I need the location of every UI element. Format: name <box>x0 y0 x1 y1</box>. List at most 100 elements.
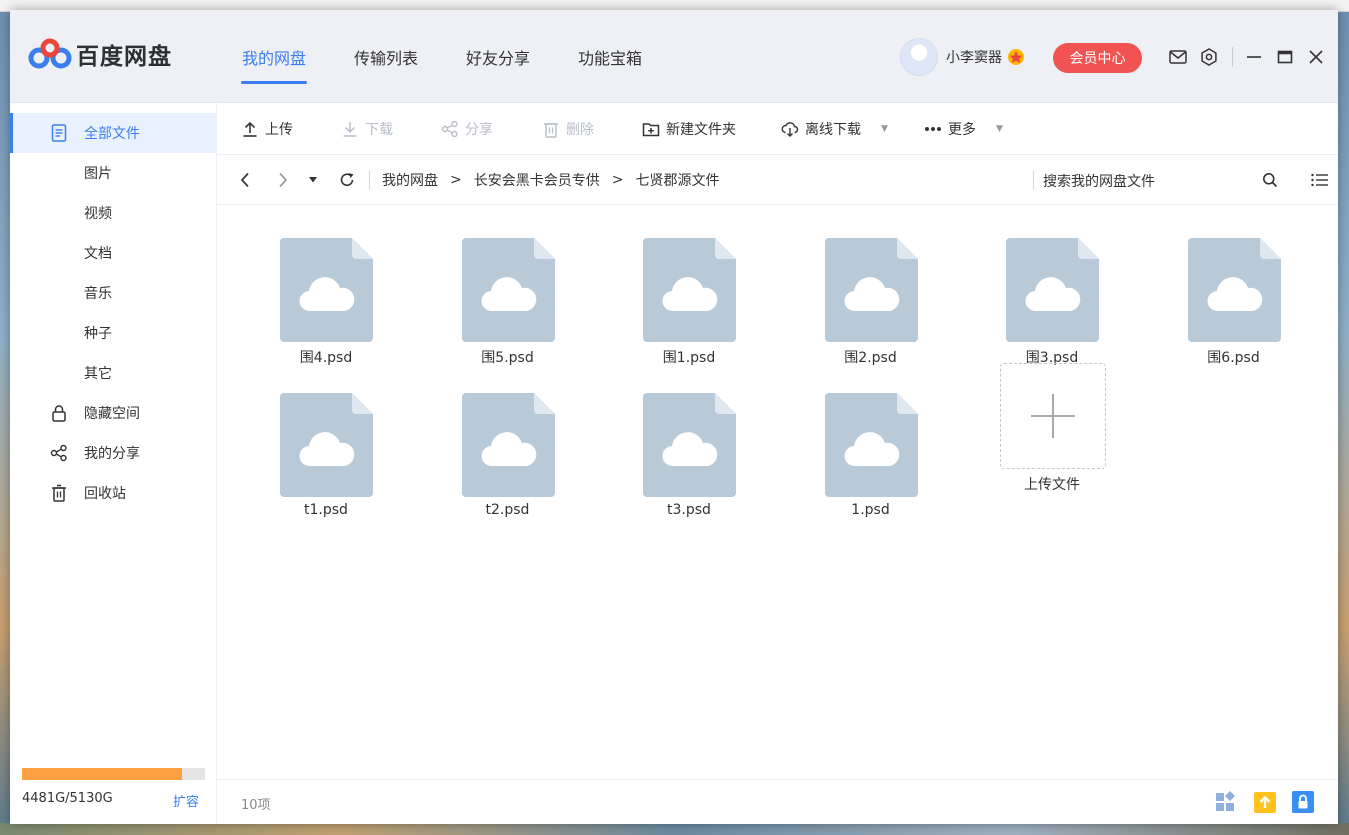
list-view-icon[interactable] <box>1310 170 1330 190</box>
minimize-icon[interactable] <box>1244 47 1264 67</box>
sidebar-item-label: 隐藏空间 <box>84 406 140 422</box>
sidebar-item-recycle-bin[interactable]: 回收站 <box>10 473 216 513</box>
sidebar-item-videos[interactable]: 视频 <box>10 193 216 233</box>
plus-icon <box>1031 394 1075 438</box>
file-item[interactable]: 1.psd <box>796 393 946 538</box>
sidebar-item-others[interactable]: 其它 <box>10 353 216 393</box>
header-divider <box>1232 47 1233 67</box>
sidebar-item-label: 其它 <box>84 366 112 382</box>
tab-label: 功能宝箱 <box>578 48 643 68</box>
chevron-down-icon[interactable]: ▼ <box>881 124 888 134</box>
address-divider <box>369 171 370 190</box>
file-name: t3.psd <box>667 502 711 518</box>
back-icon[interactable] <box>235 170 255 190</box>
upload-tile-box[interactable] <box>1000 363 1106 469</box>
expand-storage-link[interactable]: 扩容 <box>173 791 199 810</box>
download-label: 下载 <box>365 122 393 138</box>
breadcrumb-item-current[interactable]: 七贤郡源文件 <box>635 170 719 190</box>
more-button[interactable]: 更多 ▼ <box>924 103 1003 155</box>
upload-icon <box>241 120 259 138</box>
tab-friend-share[interactable]: 好友分享 <box>449 10 547 103</box>
user-profile[interactable]: 小李窦器 <box>900 38 1026 76</box>
file-item[interactable]: 围5.psd <box>433 238 583 383</box>
sidebar-item-hidden-space[interactable]: 隐藏空间 <box>10 393 216 433</box>
search-divider <box>1033 171 1034 190</box>
sidebar-item-documents[interactable]: 文档 <box>10 233 216 273</box>
sidebar-item-my-shares[interactable]: 我的分享 <box>10 433 216 473</box>
search-icon[interactable] <box>1260 170 1280 190</box>
mail-icon[interactable] <box>1168 47 1188 67</box>
file-name: 围5.psd <box>481 350 534 366</box>
chevron-down-icon[interactable]: ▼ <box>996 124 1003 134</box>
tab-toolbox[interactable]: 功能宝箱 <box>561 10 659 103</box>
storage-progress-fill <box>22 768 182 780</box>
more-label: 更多 <box>948 122 976 138</box>
upload-label: 上传 <box>265 122 293 138</box>
sidebar-item-label: 回收站 <box>84 486 126 502</box>
sidebar-item-label: 视频 <box>84 206 112 222</box>
upload-tile-label: 上传文件 <box>1024 477 1080 493</box>
safe-lock-icon[interactable] <box>1290 789 1316 815</box>
file-item[interactable]: t2.psd <box>433 393 583 538</box>
breadcrumb-separator: > <box>450 172 462 188</box>
cloud-file-icon <box>643 393 736 497</box>
new-folder-button[interactable]: 新建文件夹 <box>642 103 736 155</box>
sidebar-item-images[interactable]: 图片 <box>10 153 216 193</box>
sidebar-item-label: 图片 <box>84 166 112 182</box>
breadcrumb-item[interactable]: 我的网盘 <box>382 170 438 190</box>
avatar[interactable] <box>900 38 938 76</box>
download-button[interactable]: 下载 <box>341 103 393 155</box>
history-dropdown-icon[interactable] <box>303 170 323 190</box>
file-item[interactable]: t1.psd <box>251 393 401 538</box>
tab-label: 好友分享 <box>466 48 531 68</box>
offline-download-button[interactable]: 离线下载 ▼ <box>781 103 888 155</box>
sidebar-item-label: 音乐 <box>84 286 112 302</box>
sidebar-item-all-files[interactable]: 全部文件 <box>10 113 216 153</box>
file-name: t2.psd <box>485 502 530 518</box>
username: 小李窦器 <box>946 50 1002 66</box>
share-label: 分享 <box>465 122 493 138</box>
toolbar: 上传 下载 分享 删除 新建文件夹 离线下载 ▼ 更多 ▼ <box>217 103 1338 155</box>
document-icon <box>50 124 68 142</box>
tab-transfer-list[interactable]: 传输列表 <box>337 10 435 103</box>
maximize-icon[interactable] <box>1275 47 1295 67</box>
file-item[interactable]: 围1.psd <box>614 238 764 383</box>
baidu-netdisk-window: 百度网盘 我的网盘 传输列表 好友分享 功能宝箱 小李窦器 会员中心 全部文件 … <box>10 10 1338 824</box>
file-item[interactable]: 围3.psd <box>977 238 1127 383</box>
more-dots-icon <box>924 120 942 138</box>
search-input[interactable]: 搜索我的网盘文件 <box>1043 171 1155 191</box>
download-icon <box>341 120 359 138</box>
refresh-icon[interactable] <box>337 170 357 190</box>
file-item[interactable]: t3.psd <box>614 393 764 538</box>
settings-gear-icon[interactable] <box>1199 47 1219 67</box>
vip-center-button[interactable]: 会员中心 <box>1053 43 1142 73</box>
upload-folder-icon[interactable] <box>1252 789 1278 815</box>
share-icon <box>50 444 68 462</box>
sidebar-item-music[interactable]: 音乐 <box>10 273 216 313</box>
breadcrumb: 我的网盘 > 长安会黑卡会员专供 > 七贤郡源文件 <box>382 155 719 205</box>
upload-file-tile[interactable]: 上传文件 <box>977 363 1127 508</box>
breadcrumb-item[interactable]: 长安会黑卡会员专供 <box>474 170 600 190</box>
file-name: t1.psd <box>304 502 348 518</box>
share-button[interactable]: 分享 <box>441 103 493 155</box>
offline-download-label: 离线下载 <box>805 122 861 138</box>
delete-button[interactable]: 删除 <box>542 103 594 155</box>
file-item[interactable]: 围4.psd <box>251 238 401 383</box>
tab-my-disk[interactable]: 我的网盘 <box>225 10 323 103</box>
file-item[interactable]: 围6.psd <box>1159 238 1309 383</box>
close-icon[interactable] <box>1306 47 1326 67</box>
grid-apps-icon[interactable] <box>1213 789 1239 815</box>
baidu-cloud-logo-icon <box>28 38 72 69</box>
file-name: 围4.psd <box>299 350 353 366</box>
sidebar-item-torrents[interactable]: 种子 <box>10 313 216 353</box>
tab-label: 我的网盘 <box>242 48 307 68</box>
cloud-file-icon <box>1187 238 1281 342</box>
cloud-file-icon <box>824 393 918 497</box>
app-logo[interactable]: 百度网盘 <box>28 34 172 74</box>
forward-icon[interactable] <box>273 170 293 190</box>
file-item[interactable]: 围2.psd <box>796 238 946 383</box>
breadcrumb-separator: > <box>611 172 624 188</box>
new-folder-icon <box>642 120 660 138</box>
upload-button[interactable]: 上传 <box>241 103 293 155</box>
sidebar-item-label: 文档 <box>84 246 112 262</box>
